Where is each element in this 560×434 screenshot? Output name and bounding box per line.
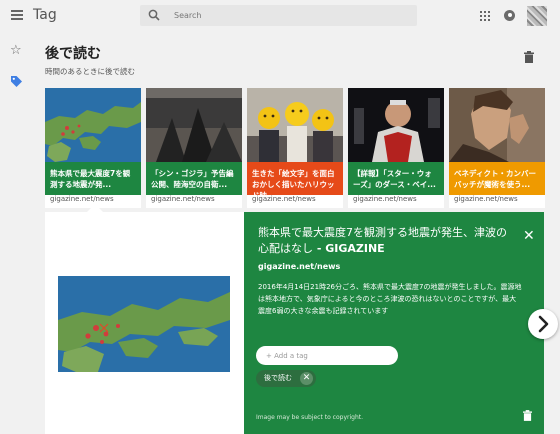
account-circle-icon[interactable] [504, 10, 515, 21]
search-icon[interactable] [148, 9, 160, 21]
detail-title-site: - GIGAZINE [313, 242, 385, 255]
avatar[interactable] [527, 6, 547, 26]
menu-icon[interactable] [11, 10, 23, 20]
add-tag-input[interactable] [256, 346, 398, 365]
article-detail: 熊本県で最大震度7を観測する地震が発生、津波の心配はなし - GIGAZINE … [45, 212, 544, 434]
card-domain: gigazine.net/news [252, 195, 316, 203]
page-title: 後で読む [45, 46, 101, 62]
page-subtitle: 時間のあるときに後で読む [45, 67, 135, 76]
detail-image-map[interactable] [58, 276, 230, 372]
card-thumbnail-map [45, 88, 141, 162]
apps-grid-icon[interactable] [480, 11, 490, 21]
article-card[interactable]: 「シン・ゴジラ」予告編公開、陸海空の自衛... gigazine.net/new… [146, 88, 242, 208]
search-box[interactable] [140, 5, 417, 26]
next-button[interactable] [528, 309, 558, 339]
detail-title[interactable]: 熊本県で最大震度7を観測する地震が発生、津波の心配はなし - GIGAZINE [258, 225, 508, 257]
card-thumbnail-photo [146, 88, 242, 162]
close-icon[interactable]: ✕ [523, 229, 535, 243]
article-card[interactable]: 熊本県で最大震度7を観測する地震が発... gigazine.net/news [45, 88, 141, 212]
close-icon[interactable]: ✕ [300, 372, 313, 385]
card-caption: 生きた「絵文字」を面白おかしく描いたハリウッド映... [247, 162, 343, 195]
card-thumbnail-photo [247, 88, 343, 162]
card-domain: gigazine.net/news [151, 195, 215, 203]
detail-domain[interactable]: gigazine.net/news [258, 262, 340, 271]
left-nav: ☆ [0, 32, 32, 434]
card-thumbnail-photo [449, 88, 545, 162]
card-caption: ベネディクト・カンバーバッチが魔術を使う... [449, 162, 545, 195]
trash-icon[interactable] [523, 410, 532, 421]
card-caption: 【詳報】「スター・ウォーズ」のダース・ベイ... [348, 162, 444, 195]
article-card[interactable]: 【詳報】「スター・ウォーズ」のダース・ベイ... gigazine.net/ne… [348, 88, 444, 208]
detail-panel: 熊本県で最大震度7を観測する地震が発生、津波の心配はなし - GIGAZINE … [244, 212, 544, 434]
card-domain: gigazine.net/news [454, 195, 518, 203]
tag-icon[interactable] [10, 75, 23, 88]
card-thumbnail-photo [348, 88, 444, 162]
card-domain: gigazine.net/news [353, 195, 417, 203]
detail-description: 2016年4月14日21時26分ごろ、熊本県で最大震度7の地震が発生しました。震… [258, 283, 522, 315]
star-outline-icon[interactable]: ☆ [10, 44, 22, 57]
trash-icon[interactable] [524, 51, 534, 63]
card-caption: 熊本県で最大震度7を観測する地震が発... [45, 162, 141, 195]
tag-chip[interactable]: 後で読む ✕ [256, 370, 316, 387]
chevron-right-icon [538, 315, 549, 333]
search-input[interactable] [174, 7, 404, 24]
card-caption: 「シン・ゴジラ」予告編公開、陸海空の自衛... [146, 162, 242, 195]
top-bar: Tag [0, 0, 560, 32]
article-card[interactable]: ベネディクト・カンバーバッチが魔術を使う... gigazine.net/new… [449, 88, 545, 208]
tag-chip-label: 後で読む [264, 374, 292, 382]
card-domain: gigazine.net/news [50, 195, 114, 203]
copyright-notice: Image may be subject to copyright. [256, 414, 364, 421]
app-title: Tag [33, 7, 57, 23]
article-card[interactable]: 生きた「絵文字」を面白おかしく描いたハリウッド映... gigazine.net… [247, 88, 343, 208]
